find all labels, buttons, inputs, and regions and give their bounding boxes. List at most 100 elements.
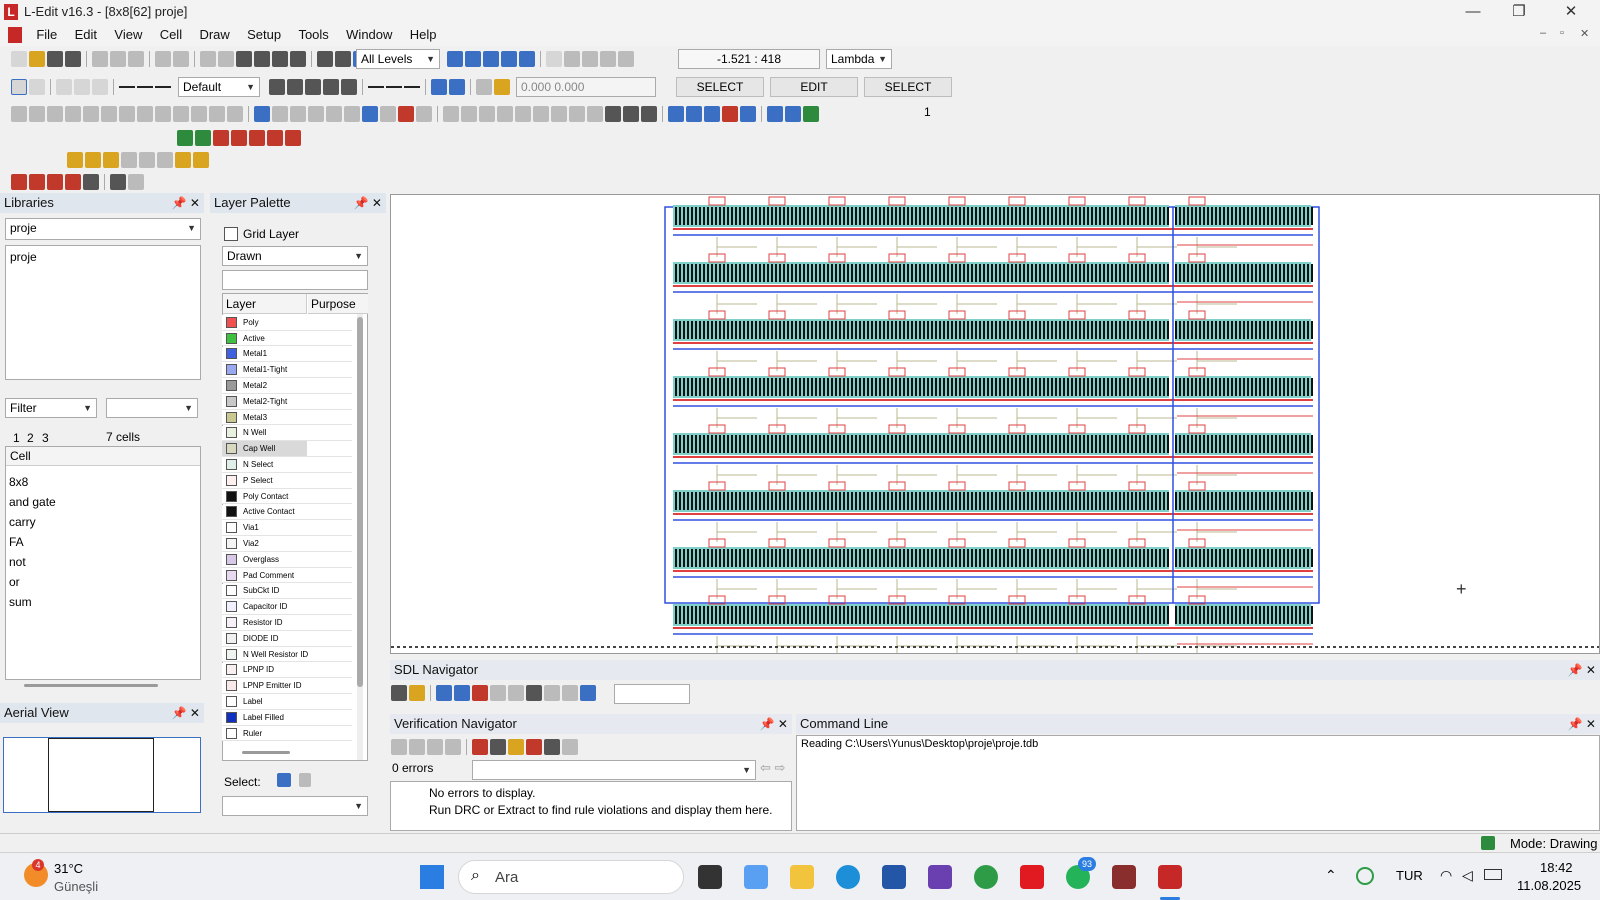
layer-row[interactable]: Cap Well [222,441,352,457]
cell-browser-icon[interactable] [465,51,481,67]
zoom-fit-icon[interactable] [668,106,684,122]
library-select[interactable]: proje ▼ [5,218,201,240]
layer-hscrollbar[interactable] [242,751,290,754]
layer-row[interactable]: Metal2-Tight [222,394,352,410]
layout-canvas[interactable]: + [390,194,1600,654]
menu-file[interactable]: File [29,24,64,46]
ver-list-icon[interactable] [490,739,506,755]
cut-icon[interactable] [92,51,108,67]
sdl-cut-icon[interactable] [472,685,488,701]
style-select[interactable]: Default ▼ [178,77,260,97]
net3-icon[interactable] [249,130,265,146]
nibble-icon[interactable] [155,106,171,122]
text-icon[interactable] [341,79,357,95]
sdl-dropdown-icon[interactable] [526,685,542,701]
rotate-icon[interactable] [29,106,45,122]
library-list-item[interactable]: proje [6,246,200,268]
cell-new-icon[interactable] [103,152,119,168]
wire-icon[interactable] [119,79,135,95]
layer-row[interactable]: LPNP ID [222,662,352,679]
layer-row[interactable]: DIODE ID [222,631,352,647]
copy-icon[interactable] [110,51,126,67]
zoom-out-icon[interactable] [704,106,720,122]
layer-row[interactable]: Active Contact [222,504,352,521]
instance-icon[interactable] [272,51,288,67]
tab-1[interactable]: 1 [13,431,20,445]
layer-row[interactable]: N Select [222,457,352,473]
menu-view[interactable]: View [107,24,149,46]
close-button[interactable]: ✕ [1548,0,1594,24]
zoom-icon[interactable] [335,51,351,67]
ruler-icon[interactable] [368,79,384,95]
cross-section-icon[interactable] [416,106,432,122]
sdl-zoom-icon[interactable] [490,685,506,701]
cell-item-sum[interactable]: sum [9,595,32,609]
doc-close-button[interactable]: ✕ [1580,27,1589,40]
doc-minimize-button[interactable]: – [1540,27,1546,39]
cell-pen-icon[interactable] [157,152,173,168]
run-icon[interactable] [447,51,463,67]
derived-icon[interactable] [209,106,225,122]
ruler3-icon[interactable] [404,79,420,95]
view-level-select[interactable]: All Levels ▼ [356,49,440,69]
ver-dropdown-icon[interactable] [544,739,560,755]
panel-controls[interactable]: 📌 ✕ [172,193,200,213]
edge-icon[interactable] [836,865,860,889]
sdl-filter-icon[interactable] [508,685,524,701]
save-icon[interactable] [47,51,63,67]
wifi-icon[interactable]: ◠ [1440,867,1452,884]
select-arrow-icon[interactable] [11,79,27,95]
pex-run-icon[interactable] [47,174,63,190]
clock-date[interactable]: 11.08.2025 [1517,878,1581,893]
highlight-icon[interactable] [494,79,510,95]
pointer-icon[interactable] [110,174,126,190]
cell-edit-icon[interactable] [85,152,101,168]
purpose-column-header[interactable]: Purpose [308,294,368,314]
tray-chevron-icon[interactable]: ⌃ [1325,867,1337,884]
mouse-right-select[interactable]: SELECT [864,77,952,97]
lvs-run-icon[interactable] [29,174,45,190]
sdl-check-icon[interactable] [544,685,560,701]
print-icon[interactable] [65,51,81,67]
undo-icon[interactable] [155,51,171,67]
maximize-button[interactable]: ❐ [1496,0,1542,24]
port4-icon[interactable] [323,79,339,95]
hierarchy-icon[interactable] [317,51,333,67]
store-icon[interactable] [882,865,906,889]
sdl-net-icon[interactable] [436,685,452,701]
layer-row[interactable]: Metal1-Tight [222,362,352,378]
zoom-in-icon[interactable] [686,106,702,122]
layer-row[interactable]: N Well [222,425,352,442]
align-center-icon[interactable] [461,106,477,122]
cell-item-not[interactable]: not [9,555,26,569]
port3-icon[interactable] [305,79,321,95]
menu-setup[interactable]: Setup [240,24,288,46]
layer-column-header[interactable]: Layer [223,294,307,314]
panel-controls[interactable]: 📌 ✕ [172,703,200,723]
layer-row[interactable]: Via2 [222,536,352,552]
poly90-icon[interactable] [92,79,108,95]
layer-row[interactable]: Overglass [222,552,352,568]
window-icon[interactable] [600,51,616,67]
panel-controls[interactable]: 📌 ✕ [1568,660,1596,680]
netflix-icon[interactable] [1020,865,1044,889]
layer-row[interactable]: SubCkt ID [222,583,352,600]
stack2-icon[interactable] [623,106,639,122]
layer-row[interactable]: LPNP Emitter ID [222,678,352,694]
cell-item-fa[interactable]: FA [9,535,24,549]
run-drc-icon[interactable] [177,130,193,146]
flip-h-icon[interactable] [47,106,63,122]
layer-row[interactable]: P Select [222,473,352,489]
battery-icon[interactable] [1484,869,1502,880]
cell-item-and-gate[interactable]: and gate [9,495,56,509]
redo-icon[interactable] [173,51,189,67]
grid-layer-checkbox[interactable] [224,227,238,241]
sync-icon[interactable] [1356,867,1374,885]
spacing-icon[interactable] [308,106,324,122]
space-v-icon[interactable] [587,106,603,122]
align-icon[interactable] [11,106,27,122]
settings-gear-icon[interactable] [497,106,513,122]
layer-row[interactable]: Ruler [222,725,352,742]
new-icon[interactable] [11,51,27,67]
layer-row[interactable]: Pad Comment [222,567,352,584]
